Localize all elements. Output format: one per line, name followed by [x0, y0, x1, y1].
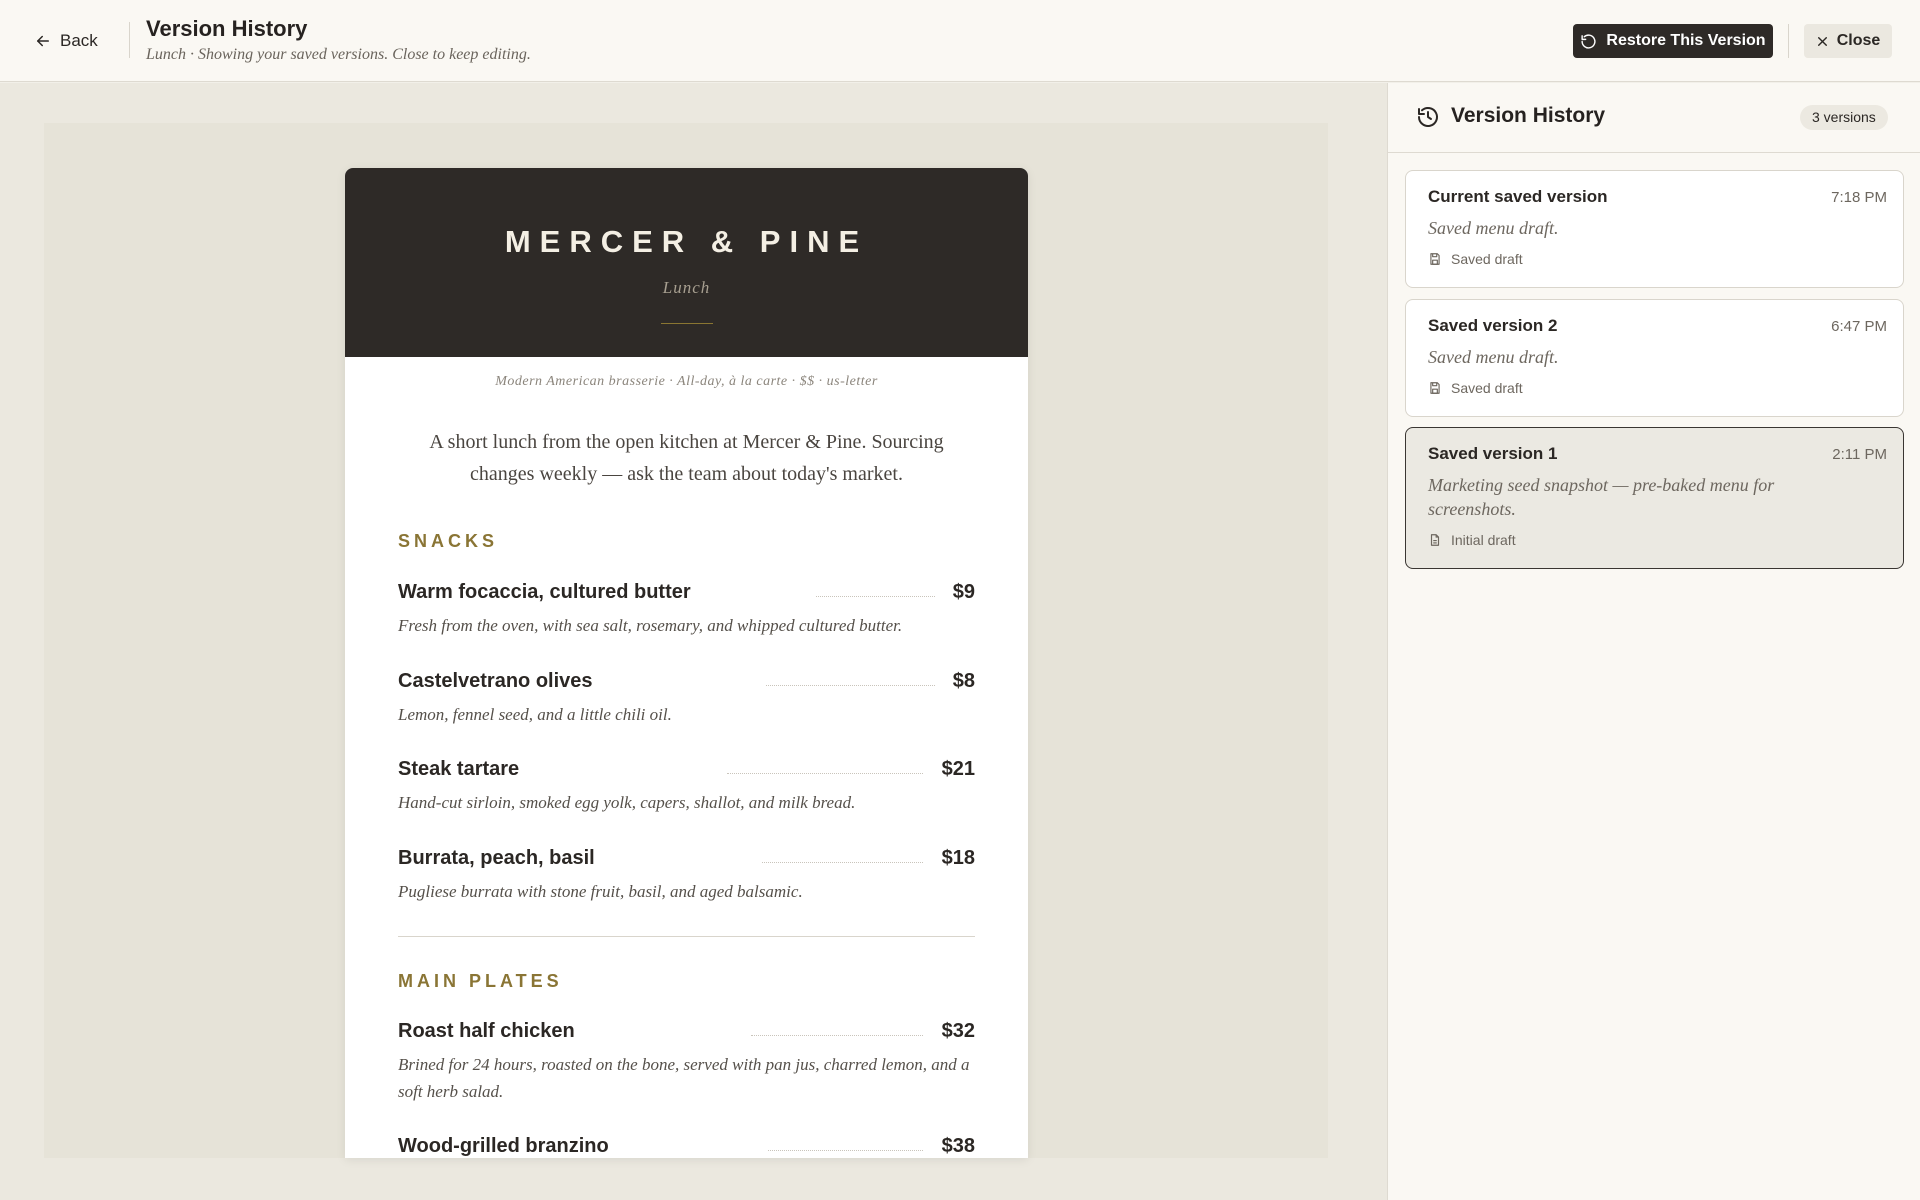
dot-leader [751, 1035, 923, 1036]
item-description: Pugliese burrata with stone fruit, basil… [398, 882, 803, 901]
version-description: Saved menu draft. [1428, 218, 1559, 238]
document-icon [1430, 534, 1440, 546]
panel-header: Version History 3 versions [1388, 83, 1920, 153]
restore-icon [1581, 33, 1596, 49]
version-title: Saved version 1 [1428, 444, 1558, 463]
item-name: Warm focaccia, cultured butter [398, 581, 691, 603]
item-description: Lemon, fennel seed, and a little chili o… [398, 705, 672, 724]
item-name: Burrata, peach, basil [398, 847, 595, 869]
version-meta-label: Saved draft [1451, 251, 1523, 267]
close-button[interactable]: Close [1804, 24, 1892, 58]
dot-leader [766, 685, 935, 686]
panel-title: Version History [1451, 104, 1606, 127]
header-rule [661, 323, 713, 324]
restaurant-name: MERCER & PINE [504, 224, 869, 259]
version-history-panel: Version History 3 versions Current saved… [1387, 83, 1920, 1200]
version-count-badge: 3 versions [1800, 105, 1888, 130]
version-time: 2:11 PM [1832, 446, 1887, 463]
version-description: Marketing seed snapshot — pre-baked menu… [1428, 475, 1775, 519]
header-divider [129, 22, 130, 58]
item-price: $38 [941, 1135, 975, 1157]
section-divider [398, 936, 975, 937]
version-description: Saved menu draft. [1428, 347, 1559, 367]
dot-leader [762, 862, 923, 863]
back-label: Back [60, 31, 98, 50]
top-bar: Back Version History Lunch · Showing you… [0, 0, 1920, 82]
item-description: Brined for 24 hours, roasted on the bone… [398, 1055, 970, 1101]
dot-leader [727, 773, 923, 774]
page-title: Version History [146, 16, 308, 41]
version-title: Saved version 2 [1428, 316, 1558, 335]
page-subtitle: Lunch · Showing your saved versions. Clo… [146, 46, 531, 63]
item-name: Roast half chicken [398, 1020, 575, 1042]
item-price: $9 [952, 581, 975, 603]
menu-intro: A short lunch from the open kitchen at M… [429, 431, 944, 485]
version-meta-label: Initial draft [1451, 532, 1516, 548]
item-name: Steak tartare [398, 758, 520, 780]
version-time: 7:18 PM [1831, 189, 1887, 206]
item-price: $18 [941, 847, 975, 869]
section-title-main-plates: MAIN PLATES [398, 971, 563, 991]
version-meta: Saved draft [1428, 380, 1523, 396]
item-description: Hand-cut sirloin, smoked egg yolk, caper… [398, 793, 856, 812]
menu-page: MERCER & PINE Lunch Modern American bras… [345, 168, 1028, 1158]
menu-header: MERCER & PINE Lunch [345, 168, 1028, 357]
dot-leader [768, 1150, 923, 1151]
version-card-1[interactable]: Saved version 1 2:11 PM Marketing seed s… [1405, 427, 1904, 569]
save-icon [1430, 382, 1440, 394]
dot-leader [816, 596, 935, 597]
version-meta: Saved draft [1428, 251, 1523, 267]
item-price: $8 [952, 670, 975, 692]
restore-version-button[interactable]: Restore This Version [1573, 24, 1773, 58]
close-label: Close [1836, 32, 1881, 49]
item-description: Fresh from the oven, with sea salt, rose… [398, 616, 903, 635]
version-time: 6:47 PM [1831, 318, 1887, 335]
header-divider-right [1788, 24, 1789, 58]
version-meta: Initial draft [1428, 532, 1516, 548]
section-title-snacks: SNACKS [398, 531, 499, 551]
meal-label: Lunch [662, 278, 711, 297]
item-name: Castelvetrano olives [398, 670, 593, 692]
item-price: $21 [941, 758, 975, 780]
version-meta-label: Saved draft [1451, 380, 1523, 396]
arrow-left-icon [37, 35, 49, 47]
menu-tagline: Modern American brasserie · All-day, à l… [495, 374, 878, 389]
back-button[interactable]: Back [34, 28, 98, 54]
version-card-2[interactable]: Saved version 2 6:47 PM Saved menu draft… [1405, 299, 1904, 417]
version-card-current[interactable]: Current saved version 7:18 PM Saved menu… [1405, 170, 1904, 288]
item-name: Wood-grilled branzino [398, 1135, 609, 1157]
item-price: $32 [941, 1020, 975, 1042]
close-icon [1817, 36, 1827, 46]
history-icon [1418, 107, 1438, 127]
save-icon [1430, 253, 1440, 265]
restore-label: Restore This Version [1606, 32, 1766, 49]
version-title: Current saved version [1428, 187, 1608, 206]
